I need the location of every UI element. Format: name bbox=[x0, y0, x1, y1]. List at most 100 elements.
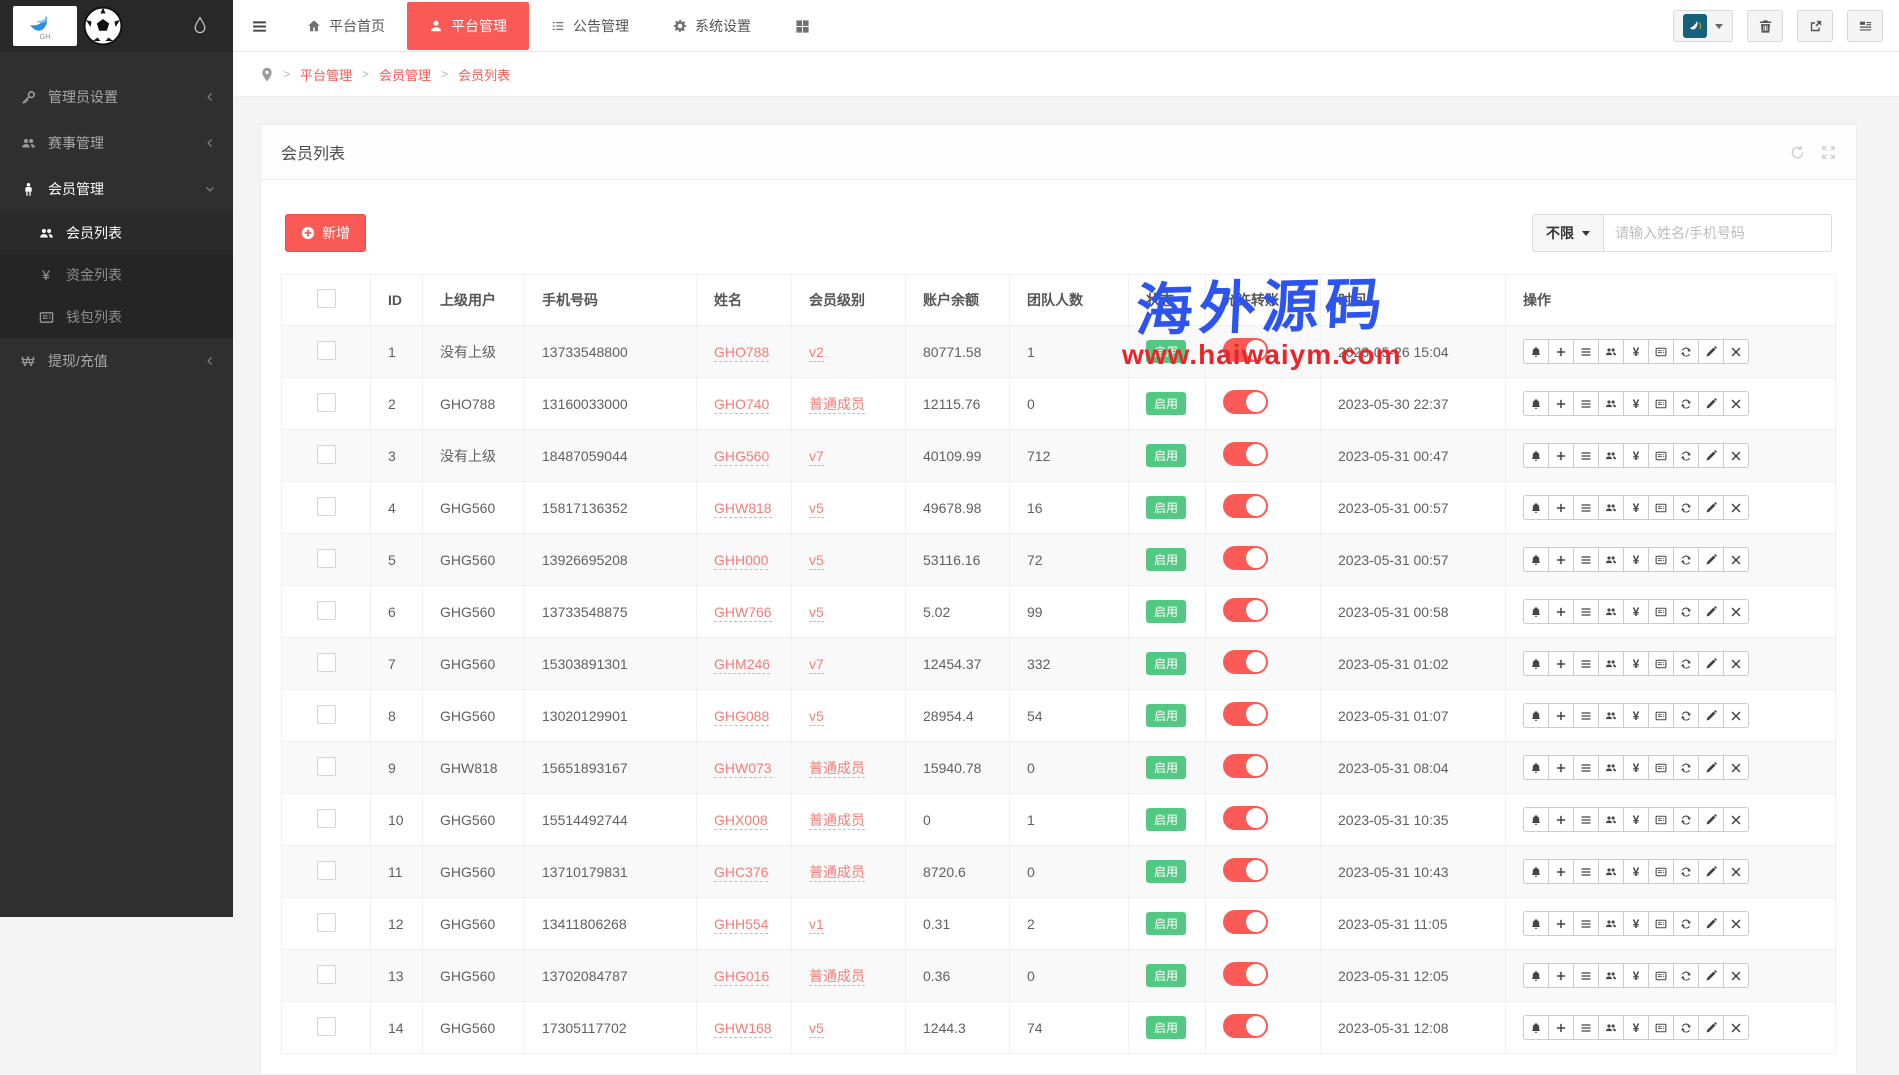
nav-item-系统设置[interactable]: 系统设置 bbox=[651, 0, 773, 52]
action-yen-button[interactable]: ¥ bbox=[1623, 599, 1649, 624]
action-card-button[interactable] bbox=[1648, 339, 1674, 364]
action-card-button[interactable] bbox=[1648, 1015, 1674, 1040]
row-checkbox[interactable] bbox=[317, 861, 336, 880]
action-card-button[interactable] bbox=[1648, 755, 1674, 780]
action-plus-button[interactable] bbox=[1548, 807, 1574, 832]
action-bell-button[interactable] bbox=[1523, 599, 1549, 624]
action-justify-button[interactable] bbox=[1573, 859, 1599, 884]
breadcrumb-link-平台管理[interactable]: 平台管理 bbox=[300, 65, 352, 84]
action-justify-button[interactable] bbox=[1573, 599, 1599, 624]
transfer-toggle[interactable] bbox=[1223, 494, 1268, 518]
refresh-icon[interactable] bbox=[1790, 145, 1805, 160]
action-card-button[interactable] bbox=[1648, 911, 1674, 936]
action-recycle-button[interactable] bbox=[1673, 703, 1699, 728]
action-justify-button[interactable] bbox=[1573, 703, 1599, 728]
action-pencil-button[interactable] bbox=[1698, 703, 1724, 728]
member-level-link[interactable]: 普通成员 bbox=[809, 968, 865, 986]
transfer-toggle[interactable] bbox=[1223, 858, 1268, 882]
action-close-button[interactable] bbox=[1723, 1015, 1749, 1040]
action-recycle-button[interactable] bbox=[1673, 391, 1699, 416]
transfer-toggle[interactable] bbox=[1223, 598, 1268, 622]
action-pencil-button[interactable] bbox=[1698, 963, 1724, 988]
transfer-toggle[interactable] bbox=[1223, 962, 1268, 986]
action-close-button[interactable] bbox=[1723, 755, 1749, 780]
action-bell-button[interactable] bbox=[1523, 1015, 1549, 1040]
action-close-button[interactable] bbox=[1723, 599, 1749, 624]
breadcrumb-link-会员管理[interactable]: 会员管理 bbox=[379, 65, 431, 84]
sidebar-subitem-钱包列表[interactable]: 钱包列表 bbox=[0, 296, 233, 338]
action-users-button[interactable] bbox=[1598, 859, 1624, 884]
action-pencil-button[interactable] bbox=[1698, 599, 1724, 624]
member-name-link[interactable]: GHW073 bbox=[714, 760, 772, 778]
row-checkbox[interactable] bbox=[317, 601, 336, 620]
action-users-button[interactable] bbox=[1598, 1015, 1624, 1040]
action-users-button[interactable] bbox=[1598, 495, 1624, 520]
member-level-link[interactable]: v5 bbox=[809, 500, 824, 518]
action-bell-button[interactable] bbox=[1523, 547, 1549, 572]
action-justify-button[interactable] bbox=[1573, 443, 1599, 468]
member-level-link[interactable]: v5 bbox=[809, 708, 824, 726]
transfer-toggle[interactable] bbox=[1223, 754, 1268, 778]
member-level-link[interactable]: v1 bbox=[809, 916, 824, 934]
action-bell-button[interactable] bbox=[1523, 911, 1549, 936]
action-yen-button[interactable]: ¥ bbox=[1623, 391, 1649, 416]
search-input[interactable] bbox=[1604, 214, 1832, 252]
action-bell-button[interactable] bbox=[1523, 703, 1549, 728]
row-checkbox[interactable] bbox=[317, 809, 336, 828]
action-card-button[interactable] bbox=[1648, 703, 1674, 728]
action-users-button[interactable] bbox=[1598, 703, 1624, 728]
member-name-link[interactable]: GHH554 bbox=[714, 916, 768, 934]
action-justify-button[interactable] bbox=[1573, 755, 1599, 780]
action-users-button[interactable] bbox=[1598, 547, 1624, 572]
action-bell-button[interactable] bbox=[1523, 339, 1549, 364]
sidebar-item-提现/充值[interactable]: ₩提现/充值 bbox=[0, 338, 233, 384]
action-plus-button[interactable] bbox=[1548, 547, 1574, 572]
member-level-link[interactable]: v7 bbox=[809, 448, 824, 466]
action-close-button[interactable] bbox=[1723, 859, 1749, 884]
action-users-button[interactable] bbox=[1598, 599, 1624, 624]
action-plus-button[interactable] bbox=[1548, 703, 1574, 728]
action-card-button[interactable] bbox=[1648, 443, 1674, 468]
action-yen-button[interactable]: ¥ bbox=[1623, 443, 1649, 468]
action-justify-button[interactable] bbox=[1573, 1015, 1599, 1040]
action-users-button[interactable] bbox=[1598, 339, 1624, 364]
action-card-button[interactable] bbox=[1648, 651, 1674, 676]
action-recycle-button[interactable] bbox=[1673, 651, 1699, 676]
action-pencil-button[interactable] bbox=[1698, 495, 1724, 520]
action-justify-button[interactable] bbox=[1573, 651, 1599, 676]
row-checkbox[interactable] bbox=[317, 341, 336, 360]
transfer-toggle[interactable] bbox=[1223, 442, 1268, 466]
member-name-link[interactable]: GHM246 bbox=[714, 656, 770, 674]
user-avatar-dropdown[interactable] bbox=[1673, 10, 1733, 42]
action-bell-button[interactable] bbox=[1523, 755, 1549, 780]
action-yen-button[interactable]: ¥ bbox=[1623, 1015, 1649, 1040]
action-bell-button[interactable] bbox=[1523, 495, 1549, 520]
action-close-button[interactable] bbox=[1723, 495, 1749, 520]
action-recycle-button[interactable] bbox=[1673, 963, 1699, 988]
row-checkbox[interactable] bbox=[317, 913, 336, 932]
member-level-link[interactable]: v5 bbox=[809, 1020, 824, 1038]
action-close-button[interactable] bbox=[1723, 807, 1749, 832]
action-pencil-button[interactable] bbox=[1698, 911, 1724, 936]
action-yen-button[interactable]: ¥ bbox=[1623, 495, 1649, 520]
filter-dropdown-button[interactable]: 不限 bbox=[1532, 214, 1604, 252]
action-close-button[interactable] bbox=[1723, 339, 1749, 364]
action-plus-button[interactable] bbox=[1548, 391, 1574, 416]
transfer-toggle[interactable] bbox=[1223, 1014, 1268, 1038]
action-recycle-button[interactable] bbox=[1673, 547, 1699, 572]
action-close-button[interactable] bbox=[1723, 703, 1749, 728]
action-recycle-button[interactable] bbox=[1673, 807, 1699, 832]
nav-item-平台管理[interactable]: 平台管理 bbox=[407, 2, 529, 50]
action-close-button[interactable] bbox=[1723, 651, 1749, 676]
action-pencil-button[interactable] bbox=[1698, 391, 1724, 416]
action-pencil-button[interactable] bbox=[1698, 1015, 1724, 1040]
control-sidebar-button[interactable] bbox=[1847, 10, 1883, 42]
action-plus-button[interactable] bbox=[1548, 339, 1574, 364]
member-name-link[interactable]: GHW818 bbox=[714, 500, 772, 518]
action-yen-button[interactable]: ¥ bbox=[1623, 651, 1649, 676]
action-yen-button[interactable]: ¥ bbox=[1623, 339, 1649, 364]
member-level-link[interactable]: 普通成员 bbox=[809, 396, 865, 414]
row-checkbox[interactable] bbox=[317, 653, 336, 672]
sidebar-item-会员管理[interactable]: 会员管理 bbox=[0, 166, 233, 212]
action-yen-button[interactable]: ¥ bbox=[1623, 807, 1649, 832]
